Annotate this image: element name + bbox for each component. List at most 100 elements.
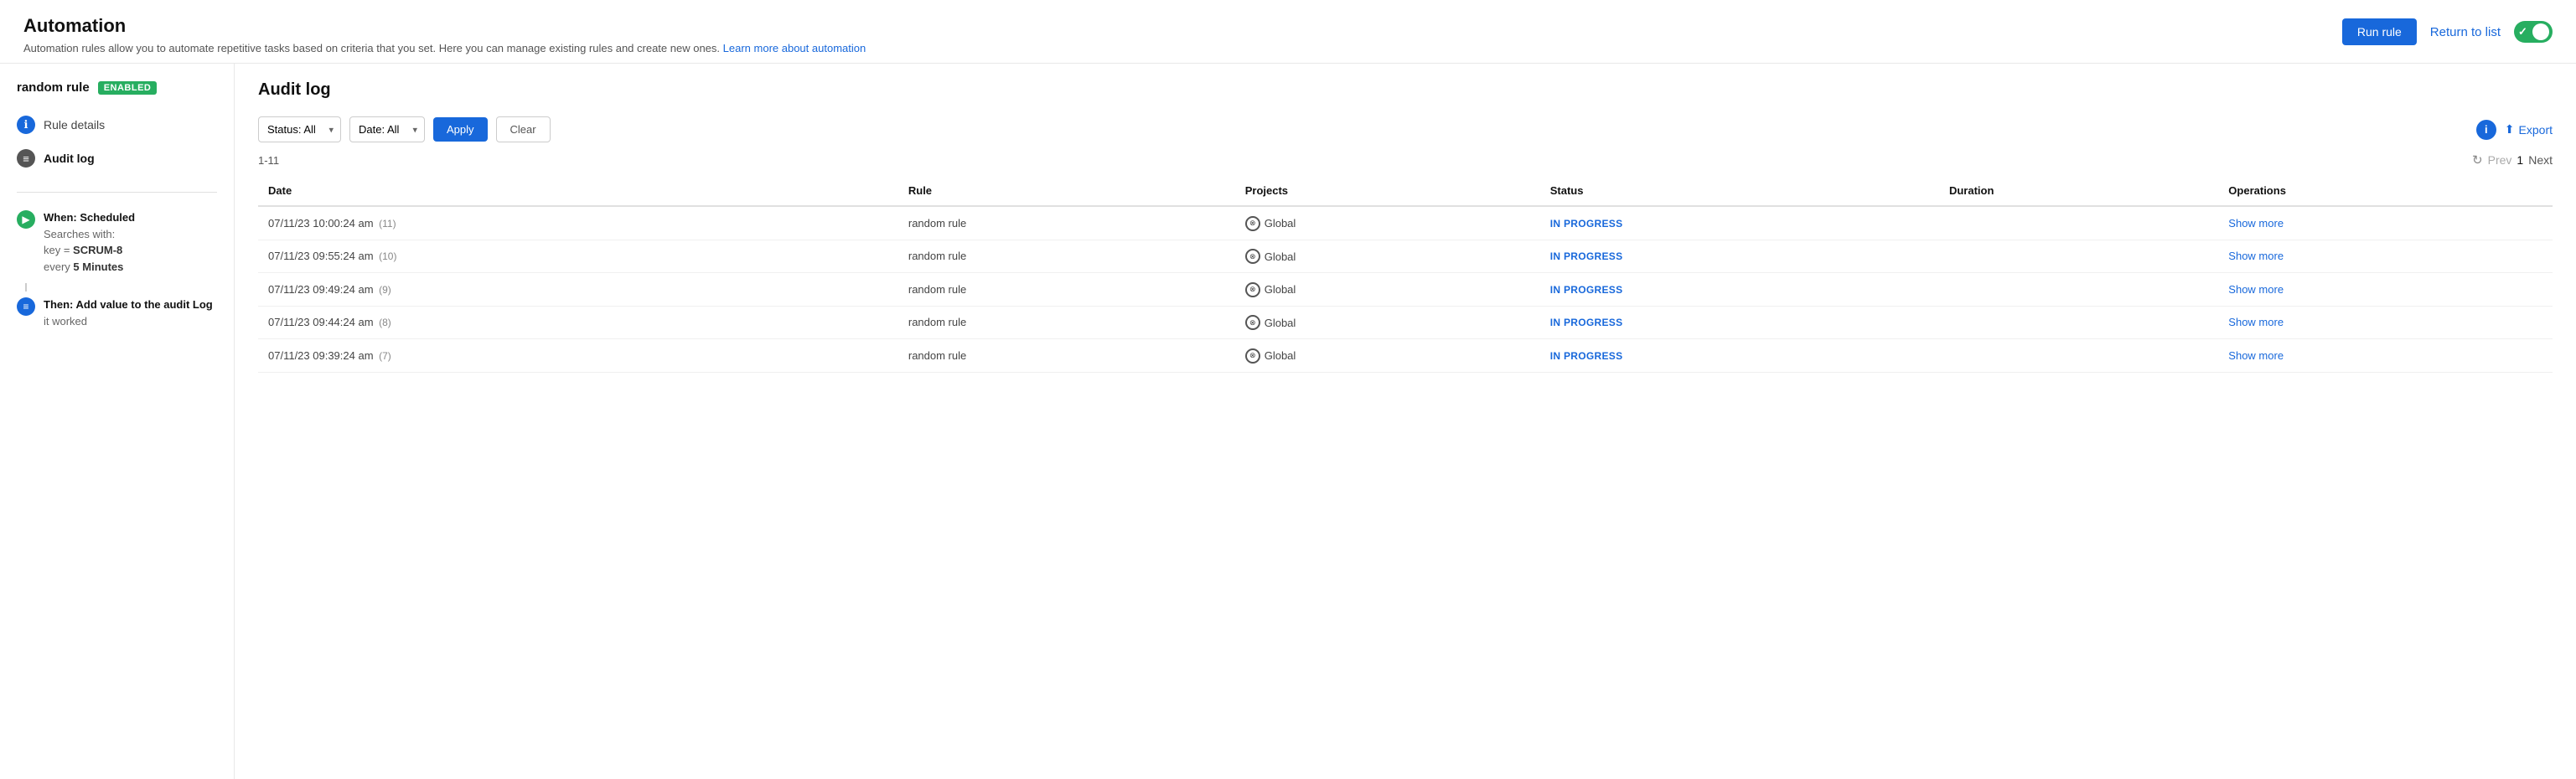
sidebar-item-label-audit-log: Audit log [44,152,95,165]
cell-operations: Show more [2218,339,2553,373]
date-filter[interactable]: Date: All [349,116,425,142]
then-section: ≡ Then: Add value to the audit Log it wo… [0,291,234,338]
cell-duration [1939,339,2218,373]
header-left: Automation Automation rules allow you to… [23,15,866,54]
col-projects: Projects [1235,176,1540,206]
run-rule-button[interactable]: Run rule [2342,18,2417,45]
table-row: 07/11/23 09:39:24 am (7) random rule ⊗ G… [258,339,2553,373]
main-content: random rule ENABLED ℹ Rule details ≡ Aud… [0,64,2576,779]
cell-duration [1939,273,2218,307]
table-body: 07/11/23 10:00:24 am (11) random rule ⊗ … [258,206,2553,372]
globe-icon: ⊗ [1245,216,1260,231]
sidebar-item-audit-log[interactable]: ≡ Audit log [0,142,234,175]
records-pagination-row: 1-11 ↻ Prev 1 Next [258,152,2553,168]
then-icon: ≡ [17,297,35,316]
count-badge: (11) [379,218,396,230]
clear-button[interactable]: Clear [496,116,551,142]
show-more-button[interactable]: Show more [2228,250,2284,262]
show-more-button[interactable]: Show more [2228,316,2284,328]
app-title: Automation [23,15,866,37]
cell-status: IN PROGRESS [1540,206,1939,240]
cell-status: IN PROGRESS [1540,339,1939,373]
table-row: 07/11/23 09:49:24 am (9) random rule ⊗ G… [258,273,2553,307]
sidebar-divider [17,192,217,193]
cell-date: 07/11/23 09:55:24 am (10) [258,240,898,273]
when-interval: every 5 Minutes [44,259,135,276]
cell-operations: Show more [2218,273,2553,307]
audit-icon: ≡ [17,149,35,168]
when-section: ▶ When: Scheduled Searches with: key = S… [0,204,234,283]
enabled-toggle[interactable]: ✓ [2514,21,2553,43]
cell-rule: random rule [898,240,1235,273]
app-subtitle: Automation rules allow you to automate r… [23,42,866,54]
globe-icon: ⊗ [1245,282,1260,297]
table-row: 07/11/23 09:44:24 am (8) random rule ⊗ G… [258,306,2553,339]
cell-rule: random rule [898,339,1235,373]
section-connector [25,283,234,291]
col-status: Status [1540,176,1939,206]
status-filter[interactable]: Status: All [258,116,341,142]
return-to-list-link[interactable]: Return to list [2430,25,2501,39]
audit-log-title: Audit log [258,80,2553,100]
info-icon-blue[interactable]: i [2476,120,2496,140]
next-button[interactable]: Next [2528,153,2553,167]
learn-more-link[interactable]: Learn more about automation [723,42,866,54]
rule-name-row: random rule ENABLED [0,80,234,108]
filter-row: Status: All Date: All Apply Clear [258,116,551,142]
when-content: When: Scheduled Searches with: key = SCR… [44,209,135,275]
count-badge: (10) [379,250,396,262]
export-icon: ⬆ [2505,122,2515,137]
globe-icon: ⊗ [1245,249,1260,264]
cell-project: ⊗ Global [1235,206,1540,240]
content-area: Audit log Status: All Date: All Apply [235,64,2576,779]
current-page: 1 [2517,153,2523,167]
status-badge: IN PROGRESS [1550,317,1623,328]
cell-operations: Show more [2218,240,2553,273]
then-detail: it worked [44,313,213,330]
export-button[interactable]: ⬆ Export [2505,122,2553,137]
when-icon: ▶ [17,210,35,229]
when-key-value: SCRUM-8 [73,244,122,256]
refresh-icon[interactable]: ↻ [2472,152,2483,168]
show-more-button[interactable]: Show more [2228,217,2284,230]
audit-table: Date Rule Projects Status Duration Opera… [258,176,2553,373]
date-select-wrapper: Date: All [349,116,425,142]
cell-rule: random rule [898,306,1235,339]
show-more-button[interactable]: Show more [2228,283,2284,296]
info-icon: ℹ [17,116,35,134]
cell-rule: random rule [898,206,1235,240]
cell-project: ⊗ Global [1235,306,1540,339]
cell-status: IN PROGRESS [1540,240,1939,273]
cell-duration [1939,240,2218,273]
count-badge: (8) [379,317,391,328]
when-interval-value: 5 Minutes [73,261,123,273]
col-date: Date [258,176,898,206]
col-rule: Rule [898,176,1235,206]
show-more-button[interactable]: Show more [2228,349,2284,362]
header-right: Run rule Return to list ✓ [2342,18,2553,45]
cell-date: 07/11/23 09:49:24 am (9) [258,273,898,307]
apply-button[interactable]: Apply [433,117,488,142]
sidebar-nav: ℹ Rule details ≡ Audit log [0,108,234,188]
prev-button[interactable]: Prev [2488,153,2512,167]
sidebar-item-rule-details[interactable]: ℹ Rule details [0,108,234,142]
table-row: 07/11/23 09:55:24 am (10) random rule ⊗ … [258,240,2553,273]
top-header: Automation Automation rules allow you to… [0,0,2576,64]
col-duration: Duration [1939,176,2218,206]
status-badge: IN PROGRESS [1550,350,1623,362]
record-count: 1-11 [258,154,279,167]
export-area: i ⬆ Export [2476,120,2553,140]
cell-status: IN PROGRESS [1540,306,1939,339]
then-title: Then: Add value to the audit Log [44,297,213,313]
cell-date: 07/11/23 09:39:24 am (7) [258,339,898,373]
table-row: 07/11/23 10:00:24 am (11) random rule ⊗ … [258,206,2553,240]
cell-date: 07/11/23 10:00:24 am (11) [258,206,898,240]
sidebar-item-label-rule-details: Rule details [44,118,105,132]
status-badge: IN PROGRESS [1550,218,1623,230]
rule-name: random rule [17,80,90,95]
cell-project: ⊗ Global [1235,339,1540,373]
cell-project: ⊗ Global [1235,240,1540,273]
status-badge: IN PROGRESS [1550,250,1623,262]
sidebar: random rule ENABLED ℹ Rule details ≡ Aud… [0,64,235,779]
then-content: Then: Add value to the audit Log it work… [44,297,213,329]
